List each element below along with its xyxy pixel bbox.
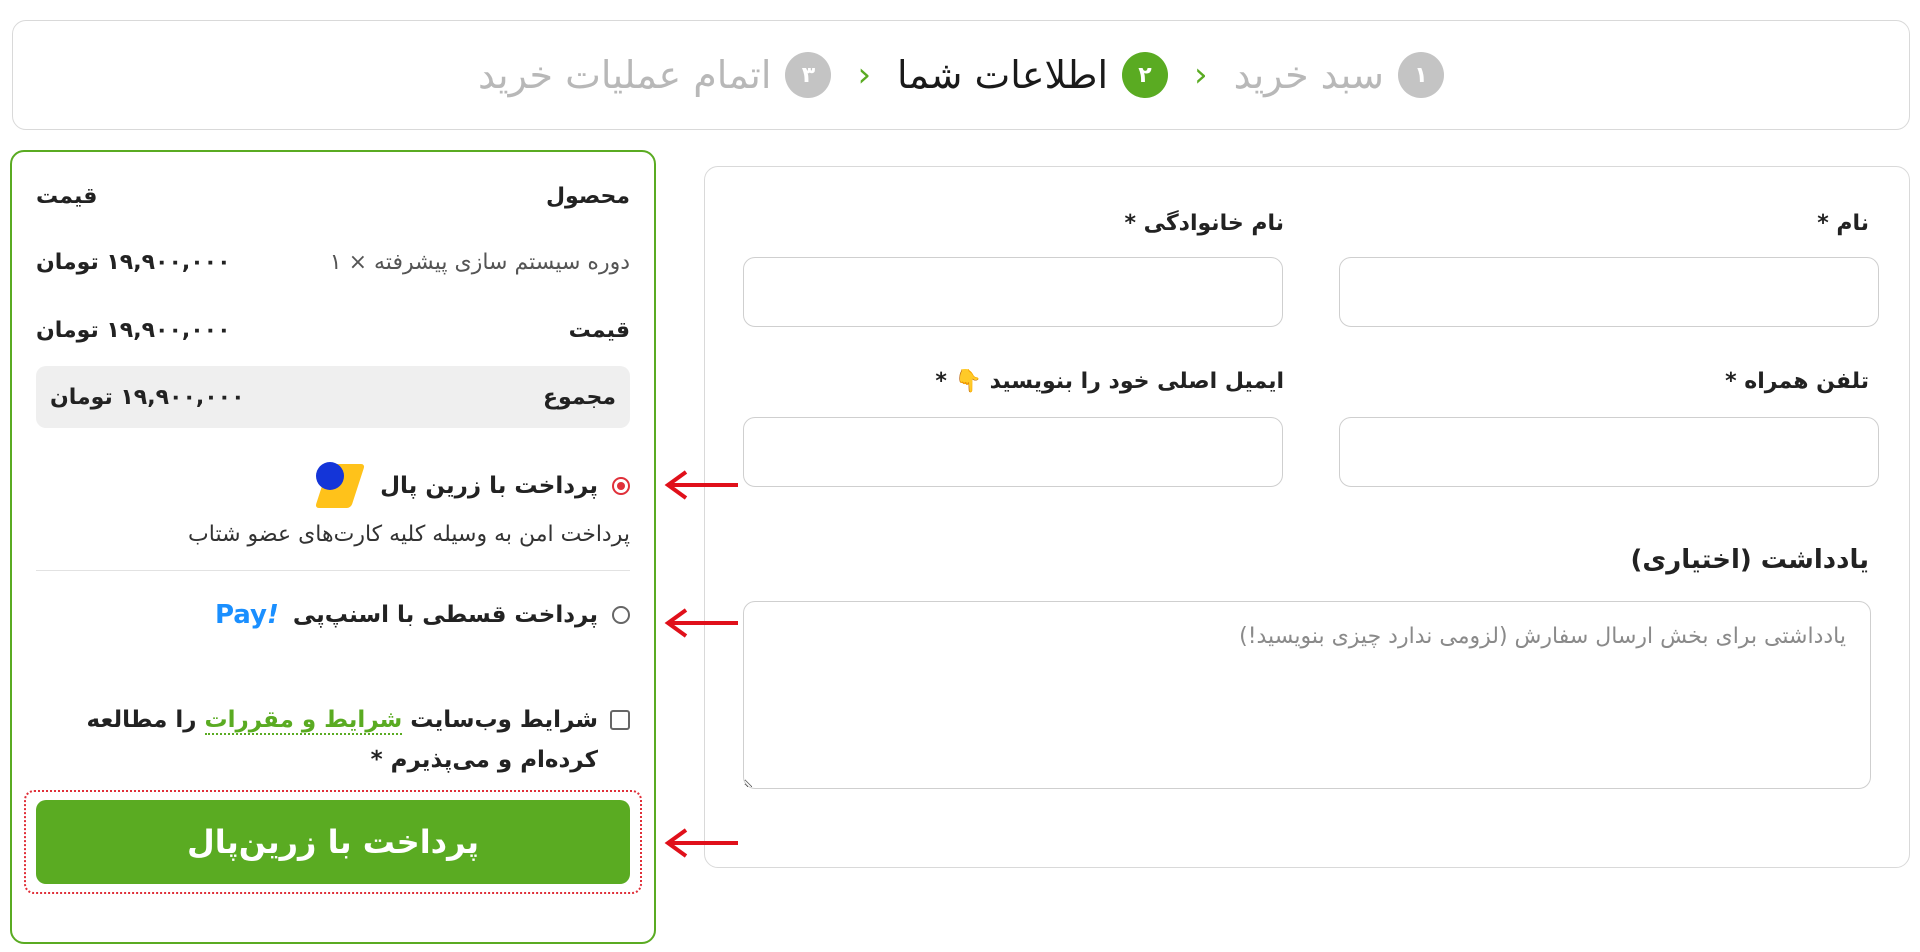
step-complete-label: اتمام عملیات خرید (478, 53, 772, 97)
arrow-left-icon (664, 608, 738, 638)
order-item-row: دوره سیستم سازی پیشرفته × ۱ ۱۹,۹۰۰,۰۰۰ ت… (36, 250, 630, 275)
item-price: ۱۹,۹۰۰,۰۰۰ تومان (36, 250, 231, 275)
product-column-header: محصول (545, 184, 630, 209)
order-note-textarea[interactable] (743, 601, 1871, 789)
zarinpal-logo-icon (312, 462, 366, 510)
snapppay-logo-icon: Pay! (214, 600, 279, 630)
snapppay-option[interactable]: پرداخت قسطی با اسنپ‌پی Pay! (215, 600, 630, 630)
phone-input[interactable] (1339, 417, 1879, 487)
subtotal-row: قیمت ۱۹,۹۰۰,۰۰۰ تومان (36, 318, 630, 343)
step-cart-label: سبد خرید (1233, 53, 1384, 97)
pay-zarinpal-button[interactable]: پرداخت با زرین‌پال (36, 800, 630, 884)
step-complete: ۳ اتمام عملیات خرید (478, 52, 832, 98)
total-row: مجموع ۱۹,۹۰۰,۰۰۰ تومان (36, 366, 630, 428)
step-your-info: ۲ اطلاعات شما (897, 52, 1169, 98)
first-name-label: نام * (1817, 211, 1869, 236)
last-name-label: نام خانوادگی * (1124, 211, 1284, 236)
last-name-input[interactable] (743, 257, 1283, 327)
order-summary: محصول قیمت دوره سیستم سازی پیشرفته × ۱ ۱… (10, 150, 656, 944)
total-label: مجموع (542, 384, 616, 410)
terms-link[interactable]: شرایط و مقررات (204, 707, 403, 735)
arrow-left-icon (664, 828, 738, 858)
subtotal-value: ۱۹,۹۰۰,۰۰۰ تومان (36, 318, 231, 343)
price-column-header: قیمت (36, 184, 98, 209)
step-cart-number: ۱ (1397, 52, 1444, 98)
zarinpal-radio[interactable] (612, 477, 630, 495)
note-title: یادداشت (اختیاری) (1630, 545, 1869, 575)
phone-label: تلفن همراه * (1725, 369, 1869, 394)
item-name: دوره سیستم سازی پیشرفته × ۱ (329, 250, 630, 275)
chevron-left-icon: › (1194, 55, 1208, 95)
email-input[interactable] (743, 417, 1283, 487)
first-name-input[interactable] (1339, 257, 1879, 327)
order-header: محصول قیمت (36, 184, 630, 209)
step-info-label: اطلاعات شما (897, 53, 1109, 97)
subtotal-label: قیمت (568, 318, 630, 343)
snapppay-label: پرداخت قسطی با اسنپ‌پی (292, 602, 598, 628)
zarinpal-description: پرداخت امن به وسیله کلیه کارت‌های عضو شت… (188, 522, 630, 547)
arrow-left-icon (664, 470, 738, 500)
step-complete-number: ۳ (785, 52, 832, 98)
checkout-steps: ۱ سبد خرید › ۲ اطلاعات شما › ۳ اتمام عمل… (12, 20, 1910, 130)
step-cart[interactable]: ۱ سبد خرید (1234, 52, 1444, 98)
zarinpal-label: پرداخت با زرین پال (380, 473, 598, 499)
zarinpal-option[interactable]: پرداخت با زرین پال (312, 462, 630, 510)
email-label: ایمیل اصلی خود را بنویسید 👇 * (935, 369, 1284, 394)
total-value: ۱۹,۹۰۰,۰۰۰ تومان (50, 384, 245, 410)
terms-prefix: شرایط وب‌سایت (410, 707, 598, 733)
snapppay-radio[interactable] (612, 606, 630, 624)
terms-agreement: شرایط وب‌سایت شرایط و مقررات را مطالعه ک… (36, 700, 630, 780)
billing-form: نام * نام خانوادگی * تلفن همراه * ایمیل … (704, 166, 1910, 868)
terms-text: شرایط وب‌سایت شرایط و مقررات را مطالعه ک… (36, 700, 598, 780)
submit-highlight: پرداخت با زرین‌پال (24, 790, 642, 894)
chevron-left-icon: › (857, 55, 872, 95)
divider (36, 570, 630, 571)
terms-checkbox[interactable] (610, 710, 630, 730)
step-info-number: ۲ (1122, 52, 1169, 98)
